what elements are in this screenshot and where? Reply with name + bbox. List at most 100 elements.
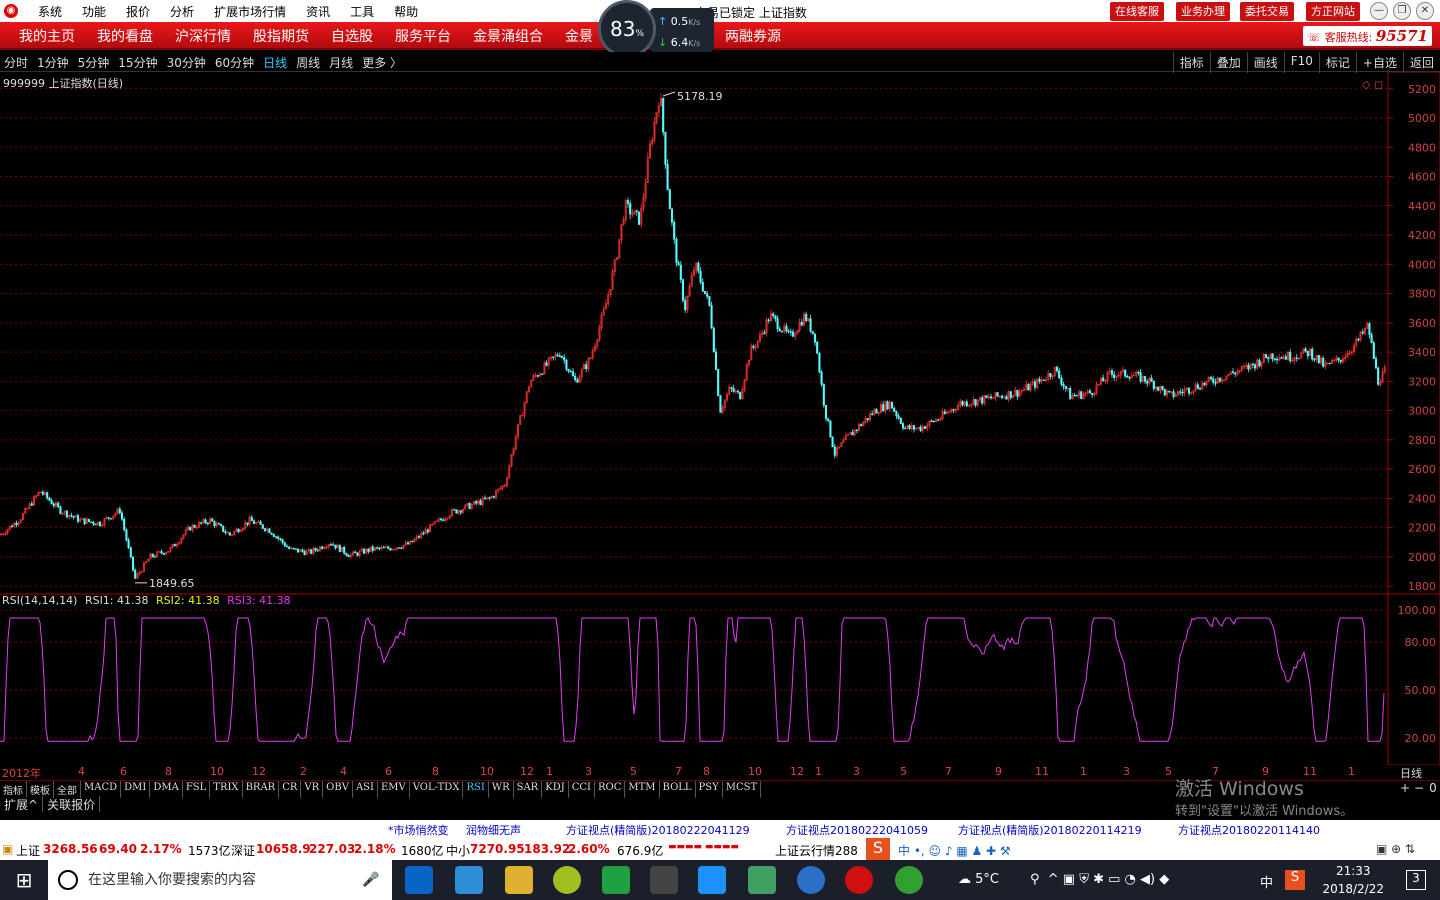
zoom-reset-icon[interactable]: 0 bbox=[1426, 781, 1440, 795]
indicator-tab[interactable]: OBV bbox=[323, 781, 353, 798]
indicator-tab[interactable]: SAR bbox=[514, 781, 543, 798]
indicator-tab[interactable]: RSI bbox=[463, 781, 489, 798]
indicator-tab[interactable]: TRIX bbox=[210, 781, 243, 798]
expand-tab[interactable]: 扩展^ bbox=[0, 796, 44, 812]
period-tab[interactable]: 周线 bbox=[296, 54, 320, 71]
ime-indicator[interactable]: 中 bbox=[1260, 872, 1273, 891]
ime-toolbar-icons[interactable]: 中 •, ☺ ♪ ▦ ♟ ✚ ⚒ bbox=[898, 842, 1011, 859]
zx-value[interactable]: 7270.95 bbox=[470, 842, 525, 856]
weather-icon[interactable]: ☁ 5°C bbox=[958, 872, 999, 887]
period-tab[interactable]: 5分钟 bbox=[78, 54, 110, 71]
nav-margin-source[interactable]: 两融券源 bbox=[725, 26, 781, 46]
chart-tool-button[interactable]: 返回 bbox=[1402, 52, 1440, 73]
period-tab[interactable]: 日线 bbox=[263, 54, 287, 71]
indicator-tab[interactable]: MCST bbox=[723, 781, 762, 798]
news-item[interactable]: 方证视点(精简版)20180220114219 bbox=[958, 822, 1142, 838]
chart-tool-button[interactable]: 叠加 bbox=[1209, 52, 1247, 73]
menu-extended-market[interactable]: 扩展市场行情 bbox=[214, 3, 286, 20]
news-item[interactable]: 方证视点20180222041059 bbox=[786, 822, 928, 838]
menu-quote[interactable]: 报价 bbox=[126, 3, 150, 20]
indicator-tab[interactable]: PSY bbox=[696, 781, 723, 798]
ie-icon[interactable] bbox=[797, 866, 825, 894]
sogou-ime-icon[interactable]: S bbox=[866, 838, 890, 860]
chart-tool-button[interactable]: 指标 bbox=[1172, 52, 1210, 73]
indicator-tab[interactable]: BOLL bbox=[660, 781, 696, 798]
period-label[interactable]: 日线 bbox=[1400, 765, 1422, 781]
indicator-tab[interactable]: KDJ bbox=[542, 781, 569, 798]
sz-value[interactable]: 10658.9 bbox=[256, 842, 311, 856]
hotline-badge[interactable]: ☏ 客服热线: 95571 bbox=[1303, 26, 1432, 46]
nav-service[interactable]: 服务平台 bbox=[395, 26, 451, 46]
nav-self-select[interactable]: 自选股 bbox=[331, 26, 373, 46]
indicator-tab[interactable]: DMA bbox=[150, 781, 183, 798]
chart-tool-button[interactable]: F10 bbox=[1283, 52, 1319, 73]
sh-value[interactable]: 3268.56 bbox=[43, 842, 98, 856]
period-tab[interactable]: 60分钟 bbox=[215, 54, 254, 71]
menu-news[interactable]: 资讯 bbox=[306, 3, 330, 20]
indicator-tab[interactable]: VOL-TDX bbox=[410, 781, 464, 798]
mail-icon[interactable] bbox=[650, 866, 678, 894]
indicator-tab[interactable]: CCI bbox=[569, 781, 595, 798]
online-service-button[interactable]: 在线客服 bbox=[1110, 2, 1164, 21]
period-tab[interactable]: 1分钟 bbox=[37, 54, 69, 71]
period-tab[interactable]: 分时 bbox=[4, 54, 28, 71]
media-player-icon[interactable] bbox=[698, 866, 726, 894]
founder-app-icon[interactable] bbox=[845, 866, 873, 894]
tray-icons[interactable]: ⚲ ^ ▣ ⛨ ✱ ▭ ◔ ◀) ◆ bbox=[1030, 872, 1169, 887]
trade-button[interactable]: 委托交易 bbox=[1240, 2, 1294, 21]
zoom-out-icon[interactable]: − bbox=[1412, 781, 1426, 795]
nav-futures[interactable]: 股指期货 bbox=[253, 26, 309, 46]
indicator-tab[interactable]: ASI bbox=[353, 781, 378, 798]
period-tab[interactable]: 30分钟 bbox=[167, 54, 206, 71]
clock[interactable]: 21:33 2018/2/22 bbox=[1322, 862, 1384, 898]
nav-jinjing[interactable]: 金景 bbox=[565, 26, 593, 46]
period-tab[interactable]: 15分钟 bbox=[118, 54, 157, 71]
indicator-tab[interactable]: CR bbox=[279, 781, 302, 798]
cloud-quote[interactable]: 上证云行情288 bbox=[775, 842, 858, 859]
network-speed-widget[interactable]: ↑ 0.5K/s ↓ 6.4K/s 83% bbox=[598, 0, 714, 58]
nav-watch[interactable]: 我的看盘 bbox=[97, 26, 153, 46]
chart-tool-button[interactable]: +自选 bbox=[1355, 52, 1403, 73]
chart-tool-button[interactable]: 标记 bbox=[1318, 52, 1356, 73]
menu-system[interactable]: 系统 bbox=[38, 3, 62, 20]
globe-app-icon[interactable] bbox=[895, 866, 923, 894]
business-button[interactable]: 业务办理 bbox=[1176, 2, 1230, 21]
period-tab[interactable]: 月线 bbox=[329, 54, 353, 71]
chart-tool-button[interactable]: 画线 bbox=[1246, 52, 1284, 73]
sogou-tray-icon[interactable]: S bbox=[1285, 870, 1305, 890]
nav-hs-market[interactable]: 沪深行情 bbox=[175, 26, 231, 46]
website-button[interactable]: 方正网站 bbox=[1306, 2, 1360, 21]
microphone-icon[interactable]: 🎤 bbox=[362, 872, 379, 888]
explorer-icon[interactable] bbox=[505, 866, 533, 894]
nav-home[interactable]: 我的主页 bbox=[19, 26, 75, 46]
restore-icon[interactable]: ❐ bbox=[1393, 2, 1411, 20]
notification-icon[interactable]: 3 bbox=[1406, 870, 1426, 890]
close-icon[interactable]: ✕ bbox=[1416, 2, 1434, 20]
menu-analysis[interactable]: 分析 bbox=[170, 3, 194, 20]
related-quote-tab[interactable]: 关联报价 bbox=[43, 796, 101, 812]
indicator-tab[interactable]: WR bbox=[489, 781, 514, 798]
edge-icon[interactable] bbox=[405, 866, 433, 894]
zoom-in-icon[interactable]: + bbox=[1398, 781, 1412, 795]
period-tab[interactable]: 更多 〉 bbox=[362, 54, 402, 71]
nav-portfolio[interactable]: 金景涌组合 bbox=[473, 26, 543, 46]
app-360-icon[interactable] bbox=[553, 866, 581, 894]
indicator-tab[interactable]: MTM bbox=[625, 781, 660, 798]
status-tools-icons[interactable]: ▣ ⊕ ⇅ bbox=[1376, 842, 1415, 856]
kline-chart[interactable]: 5200 5000 4800 4600 4400 4200 4000 3800 3600 3400… bbox=[0, 72, 1440, 765]
minimize-icon[interactable]: — bbox=[1370, 2, 1388, 20]
menu-tools[interactable]: 工具 bbox=[350, 3, 374, 20]
news-item[interactable]: 方证视点(精简版)20180222041129 bbox=[566, 822, 750, 838]
indicator-tab[interactable]: FSL bbox=[183, 781, 211, 798]
taskbar-search-input[interactable]: 在这里输入你要搜索的内容 bbox=[48, 860, 392, 900]
news-item[interactable]: 方证视点20180220114140 bbox=[1178, 822, 1320, 838]
indicator-tab[interactable]: EMV bbox=[378, 781, 410, 798]
store-icon[interactable] bbox=[455, 866, 483, 894]
news-item[interactable]: 润物细无声 bbox=[466, 822, 521, 838]
menu-help[interactable]: 帮助 bbox=[394, 3, 418, 20]
green-app-icon[interactable] bbox=[602, 866, 630, 894]
indicator-tab[interactable]: BRAR bbox=[243, 781, 280, 798]
menu-function[interactable]: 功能 bbox=[82, 3, 106, 20]
indicator-tab[interactable]: ROC bbox=[595, 781, 626, 798]
chart-app-icon[interactable] bbox=[748, 866, 776, 894]
